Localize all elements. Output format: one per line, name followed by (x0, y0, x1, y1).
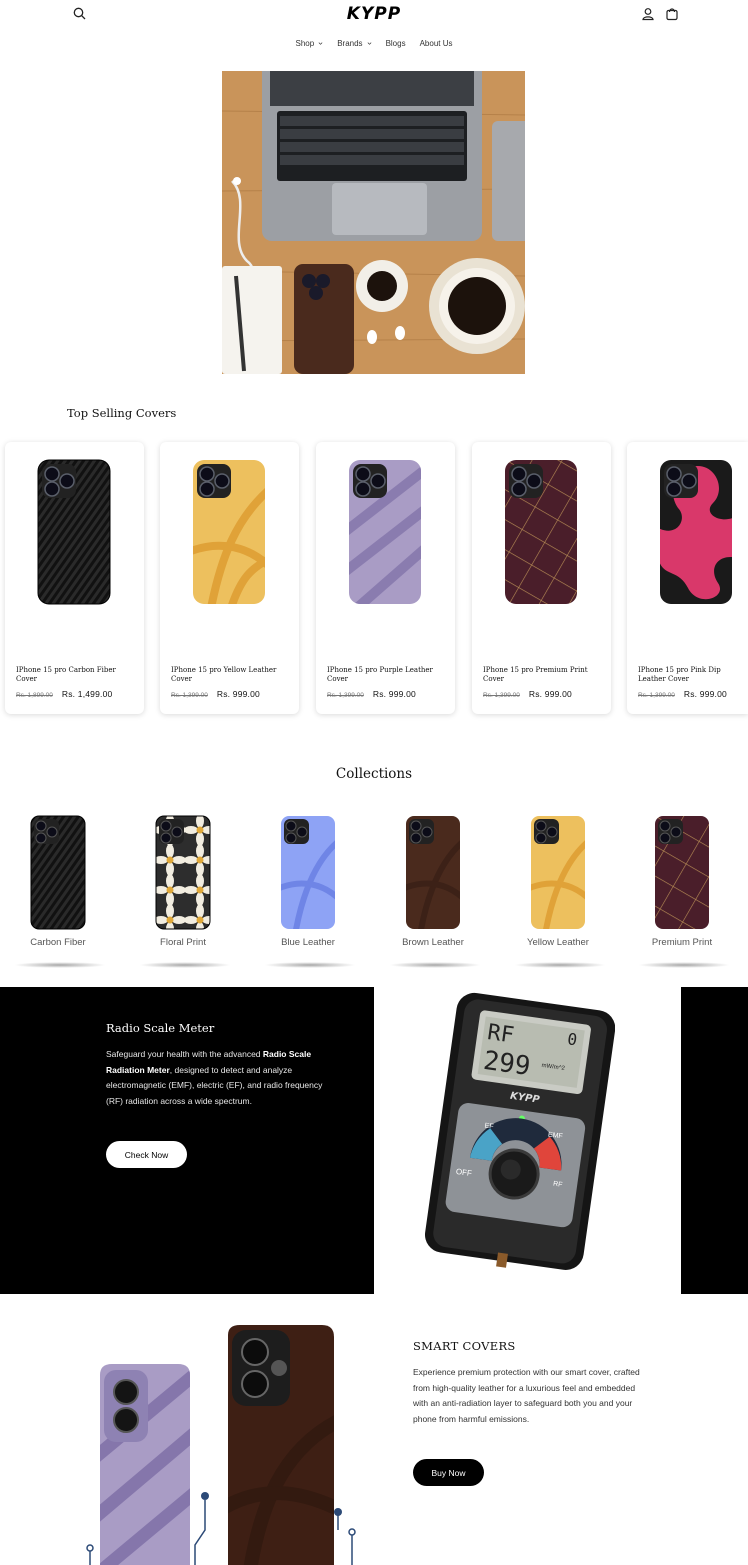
old-price: Rs. 1,399.00 (327, 692, 364, 699)
sale-price: Rs. 1,499.00 (61, 689, 113, 699)
main-nav: Shop Brands Blogs About Us (0, 39, 748, 48)
collection-label: Yellow Leather (527, 937, 589, 948)
shadow (389, 962, 481, 968)
nav-label: Shop (295, 39, 315, 48)
old-price: Rs. 1,399.00 (638, 692, 675, 699)
product-card[interactable]: IPhone 15 pro Purple Leather Cover Rs. 1… (316, 442, 455, 714)
product-title[interactable]: IPhone 15 pro Pink Dip Leather Cover (638, 666, 744, 684)
old-price: Rs. 1,899.00 (16, 692, 53, 699)
yellow-leather-collection-image (531, 816, 585, 929)
carbon-fiber-phone-cover-image (37, 459, 111, 605)
sale-price: Rs. 999.00 (216, 689, 260, 699)
dial-rf-label: RF (553, 1181, 563, 1189)
old-price: Rs. 1,399.00 (483, 692, 520, 699)
shadow (638, 962, 730, 968)
collection-item-blue-leather[interactable]: Blue Leather (260, 815, 356, 968)
product-title[interactable]: IPhone 15 pro Carbon Fiber Cover (16, 666, 138, 684)
collection-label: Blue Leather (281, 937, 335, 948)
radio-section-title: Radio Scale Meter (106, 1021, 215, 1035)
chevron-down-icon (367, 42, 371, 45)
collections-title: Collections (335, 766, 413, 782)
collection-label: Floral Print (160, 937, 206, 948)
blue-leather-collection-image (281, 816, 335, 929)
nav-item-brands[interactable]: Brands (337, 39, 371, 48)
shadow (139, 962, 231, 968)
cart-icon[interactable] (664, 6, 680, 22)
radio-section-description: Safeguard your health with the advanced … (106, 1047, 331, 1109)
collection-item-premium-print[interactable]: Premium Print (634, 815, 730, 968)
nav-item-about[interactable]: About Us (420, 39, 453, 48)
dial-ef-label: EF (484, 1122, 494, 1130)
premium-print-phone-cover-image (505, 460, 577, 604)
price-row: Rs. 1,399.00 Rs. 999.00 (171, 689, 260, 699)
radiation-meter-image: RF 0 299 mW/m^2 KYPP EF EMF OFF RF (424, 992, 615, 1270)
account-icon[interactable] (640, 6, 656, 22)
product-title[interactable]: IPhone 15 pro Premium Print Cover (483, 666, 605, 684)
purple-leather-phone-cover-image (349, 460, 421, 604)
desc-text: Safeguard your health with the advanced (106, 1049, 263, 1059)
hero-image (222, 71, 525, 374)
price-row: Rs. 1,399.00 Rs. 999.00 (638, 689, 727, 699)
sale-price: Rs. 999.00 (372, 689, 416, 699)
smart-covers-image (86, 1325, 356, 1565)
product-card[interactable]: IPhone 15 pro Yellow Leather Cover Rs. 1… (160, 442, 299, 714)
price-row: Rs. 1,399.00 Rs. 999.00 (483, 689, 572, 699)
yellow-leather-phone-cover-image (193, 460, 265, 604)
chevron-down-icon (318, 42, 323, 45)
sale-price: Rs. 999.00 (528, 689, 572, 699)
product-card[interactable]: IPhone 15 pro Carbon Fiber Cover Rs. 1,8… (5, 442, 144, 714)
collection-label: Premium Print (651, 937, 713, 948)
price-row: Rs. 1,899.00 Rs. 1,499.00 (16, 689, 112, 699)
collection-item-carbon-fiber[interactable]: Carbon Fiber (10, 815, 106, 968)
top-selling-title: Top Selling Covers (67, 406, 177, 420)
pink-dip-phone-cover-image (660, 460, 732, 604)
price-row: Rs. 1,399.00 Rs. 999.00 (327, 689, 416, 699)
floral-print-collection-image (155, 815, 211, 930)
check-now-button[interactable]: Check Now (106, 1141, 187, 1168)
product-title[interactable]: IPhone 15 pro Purple Leather Cover (327, 666, 449, 684)
radio-section-edge (681, 987, 748, 1294)
product-title[interactable]: IPhone 15 pro Yellow Leather Cover (171, 666, 293, 684)
collection-item-floral-print[interactable]: Floral Print (135, 815, 231, 968)
shadow (264, 962, 356, 968)
nav-label: Brands (337, 39, 363, 48)
collection-label: Brown Leather (402, 937, 464, 948)
site-header: KYPP Shop Brands Blogs About Us (0, 0, 748, 60)
nav-label: About Us (419, 39, 453, 48)
collection-item-yellow-leather[interactable]: Yellow Leather (510, 815, 606, 968)
site-logo[interactable]: KYPP (0, 4, 748, 24)
smart-covers-description: Experience premium protection with our s… (413, 1367, 640, 1424)
nav-label: Blogs (385, 39, 406, 48)
nav-item-blogs[interactable]: Blogs (386, 39, 406, 48)
brown-leather-collection-image (406, 816, 460, 929)
collection-label: Carbon Fiber (30, 937, 86, 948)
sale-price: Rs. 999.00 (683, 689, 727, 699)
carbon-fiber-collection-image (30, 815, 86, 930)
smart-covers-title: SMART COVERS (413, 1339, 516, 1353)
collection-item-brown-leather[interactable]: Brown Leather (385, 815, 481, 968)
premium-print-collection-image (655, 816, 709, 929)
meter-mode: RF (486, 1020, 516, 1048)
product-card[interactable]: IPhone 15 pro Pink Dip Leather Cover Rs.… (627, 442, 748, 714)
shadow (514, 962, 606, 968)
product-card[interactable]: IPhone 15 pro Premium Print Cover Rs. 1,… (472, 442, 611, 714)
shadow (14, 962, 106, 968)
old-price: Rs. 1,399.00 (171, 692, 208, 699)
buy-now-button[interactable]: Buy Now (413, 1459, 484, 1486)
nav-item-shop[interactable]: Shop (296, 39, 324, 48)
